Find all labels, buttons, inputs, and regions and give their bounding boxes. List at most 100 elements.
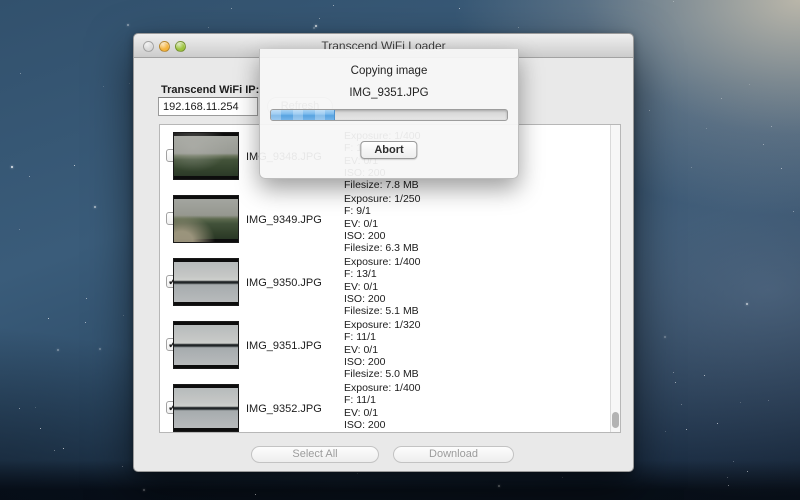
image-filename: IMG_9349.JPG (246, 214, 322, 226)
progress-bar (270, 109, 508, 121)
star (498, 485, 500, 487)
star (459, 8, 460, 9)
ip-input[interactable] (158, 97, 258, 116)
abort-button[interactable]: Abort (360, 141, 417, 159)
exif-line: Filesize: 5.2 MB (344, 431, 420, 433)
star (86, 298, 87, 299)
star (99, 348, 101, 350)
exif-line: F: 9/1 (344, 205, 420, 217)
list-item: ✓ IMG_9351.JPG Exposure: 1/320F: 11/1EV:… (160, 314, 620, 377)
image-thumbnail (173, 384, 239, 432)
image-filename: IMG_9350.JPG (246, 277, 322, 289)
star (721, 98, 722, 99)
star (20, 73, 21, 74)
star (518, 27, 519, 28)
star (85, 322, 86, 323)
exif-line: ISO: 200 (344, 293, 420, 305)
progress-bar-fill (271, 110, 335, 120)
exif-line: Exposure: 1/400 (344, 382, 420, 394)
star (255, 494, 256, 495)
star (704, 375, 705, 376)
star (728, 485, 729, 486)
scrollbar-thumb[interactable] (612, 412, 619, 428)
download-button[interactable]: Download (393, 446, 514, 463)
select-all-button[interactable]: Select All (251, 446, 379, 463)
list-item: IMG_9349.JPG Exposure: 1/250F: 9/1EV: 0/… (160, 188, 620, 251)
star (54, 450, 55, 451)
star (63, 448, 64, 449)
ip-label: Transcend WiFi IP: (161, 84, 259, 96)
image-filename: IMG_9351.JPG (246, 340, 322, 352)
star (94, 206, 96, 208)
list-item: ✓ IMG_9350.JPG Exposure: 1/400F: 13/1EV:… (160, 251, 620, 314)
image-exif-info: Exposure: 1/400F: 11/1EV: 0/1ISO: 200Fil… (344, 382, 420, 433)
exif-line: EV: 0/1 (344, 407, 420, 419)
copy-progress-dialog: Copying image IMG_9351.JPG Abort (259, 49, 519, 179)
star (333, 5, 334, 6)
star (675, 382, 676, 383)
star (686, 429, 687, 430)
star (673, 372, 674, 373)
star (208, 27, 209, 28)
star (749, 84, 750, 85)
exif-line: EV: 0/1 (344, 218, 420, 230)
star (313, 27, 315, 29)
star (57, 349, 59, 351)
exif-line: ISO: 200 (344, 230, 420, 242)
star (231, 8, 232, 9)
star (562, 477, 563, 478)
star (48, 318, 49, 319)
exif-line: Exposure: 1/400 (344, 256, 420, 268)
image-exif-info: Exposure: 1/400F: 13/1EV: 0/1ISO: 200Fil… (344, 256, 420, 317)
star (717, 423, 718, 424)
star (740, 402, 741, 403)
star (19, 408, 20, 409)
image-thumbnail (173, 195, 239, 243)
exif-line: EV: 0/1 (344, 344, 420, 356)
image-exif-info: Exposure: 1/320F: 11/1EV: 0/1ISO: 200Fil… (344, 319, 420, 380)
list-item: ✓ IMG_9352.JPG Exposure: 1/400F: 11/1EV:… (160, 377, 620, 433)
star (123, 315, 124, 316)
exif-line: Exposure: 1/320 (344, 319, 420, 331)
star (673, 1, 674, 2)
star (143, 489, 145, 491)
image-exif-info: Exposure: 1/250F: 9/1EV: 0/1ISO: 200File… (344, 193, 420, 254)
star (706, 128, 707, 129)
image-thumbnail (173, 321, 239, 369)
star (127, 24, 129, 26)
star (727, 477, 728, 478)
star (35, 407, 36, 408)
star (315, 25, 317, 27)
star (103, 86, 104, 87)
star (40, 428, 41, 429)
star (747, 471, 748, 472)
exif-line: F: 13/1 (344, 268, 420, 280)
star (319, 18, 320, 19)
star (357, 473, 358, 474)
star (781, 168, 782, 169)
exif-line: Exposure: 1/250 (344, 193, 420, 205)
star (129, 83, 130, 84)
star (664, 336, 666, 338)
star (763, 144, 764, 145)
star (649, 110, 650, 111)
star (681, 404, 682, 405)
star (29, 176, 30, 177)
scrollbar-track[interactable] (610, 125, 620, 432)
star (793, 211, 794, 212)
exif-line: ISO: 200 (344, 356, 420, 368)
exif-line: F: 11/1 (344, 331, 420, 343)
image-thumbnail (173, 258, 239, 306)
app-window: Transcend WiFi Loader Transcend WiFi IP:… (133, 33, 634, 472)
star (74, 165, 75, 166)
star (691, 167, 692, 168)
dialog-title: Copying image (260, 65, 518, 77)
star (122, 466, 123, 467)
star (665, 431, 666, 432)
star (768, 400, 769, 401)
exif-line: EV: 0/1 (344, 281, 420, 293)
star (19, 229, 20, 230)
exif-line: F: 11/1 (344, 394, 420, 406)
star (746, 303, 748, 305)
image-thumbnail (173, 132, 239, 180)
